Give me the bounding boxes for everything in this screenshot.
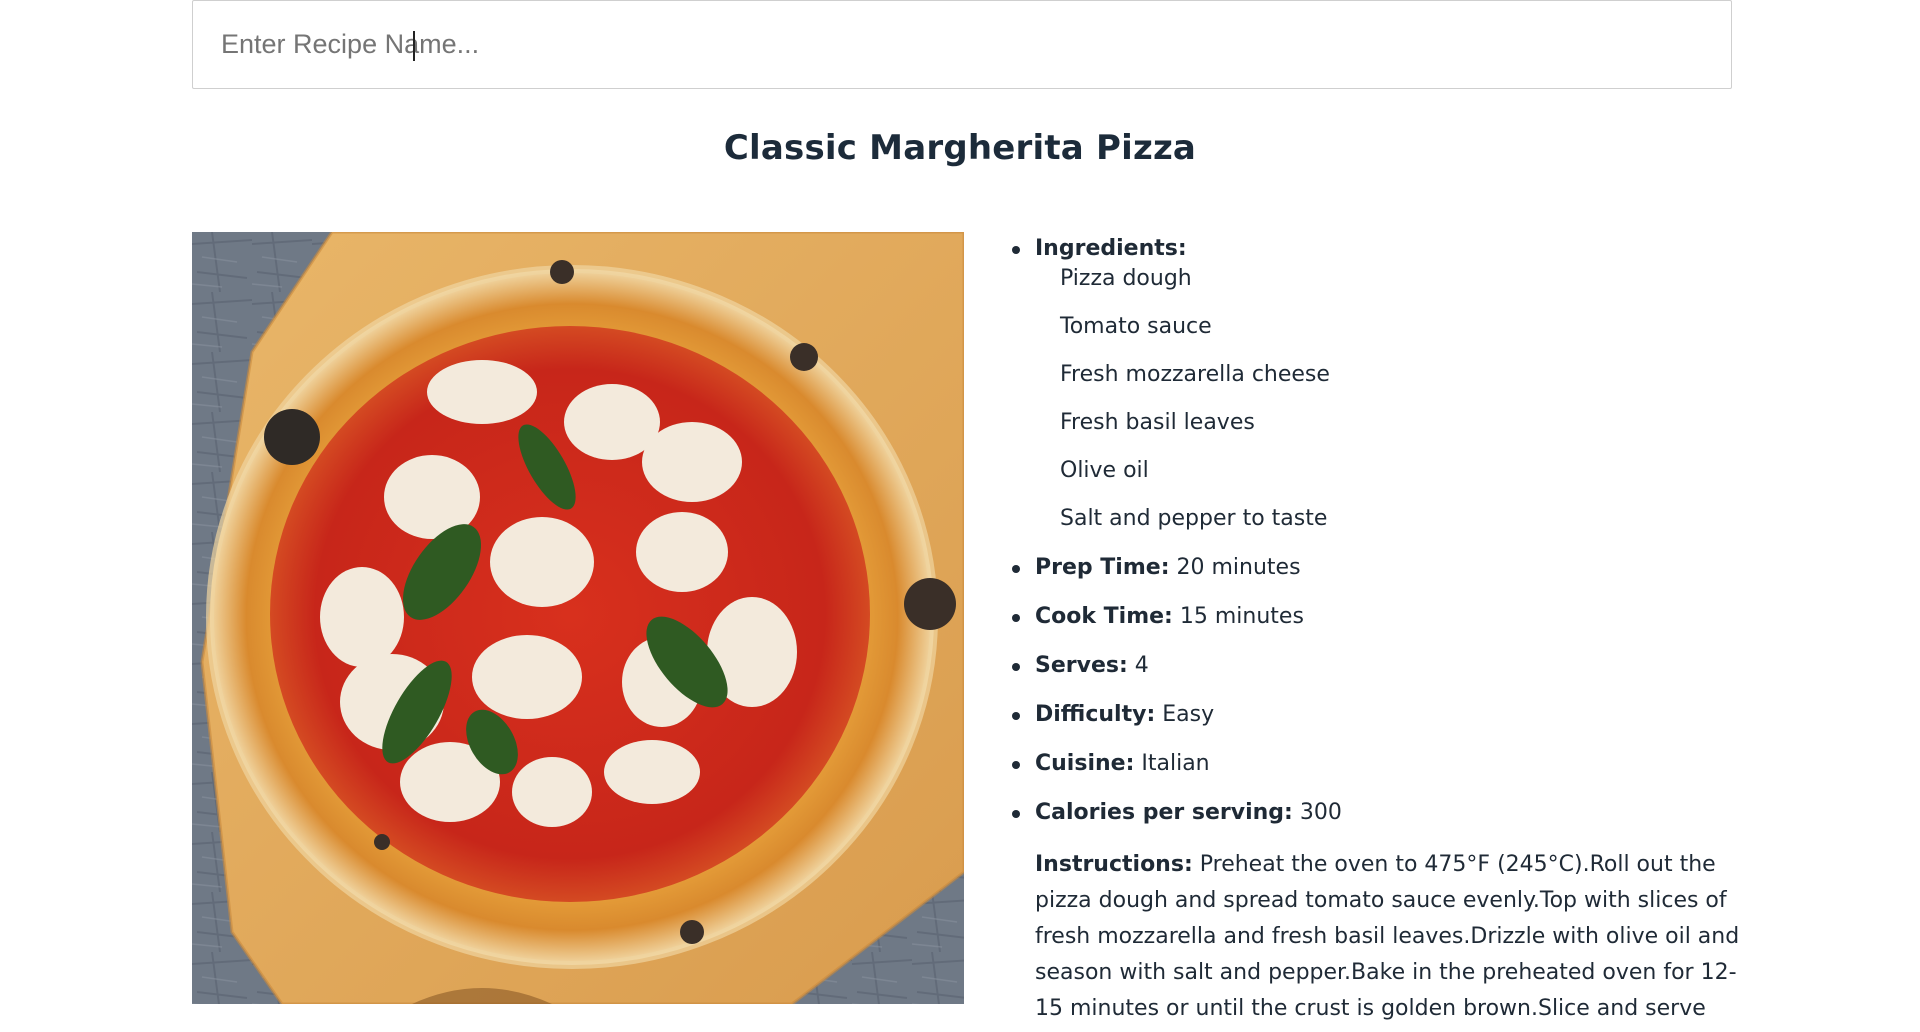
recipe-search-box[interactable] [192,0,1732,89]
calories-label: Calories per serving: [1035,800,1293,825]
serves-label: Serves: [1035,653,1128,678]
calories-item: Calories per serving: 300 [1012,798,1740,828]
cuisine-label: Cuisine: [1035,751,1135,776]
difficulty-label: Difficulty: [1035,702,1156,727]
recipe-search-input[interactable] [193,1,1731,88]
calories-value: 300 [1299,800,1342,825]
text-cursor [413,31,415,61]
cook-time-item: Cook Time: 15 minutes [1012,602,1740,632]
prep-time-label: Prep Time: [1035,555,1170,580]
ingredient: Olive oil [1060,458,1149,483]
recipe-details: Ingredients: Pizza dough Tomato sauce Fr… [1010,234,1740,1032]
ingredients-item: Ingredients: Pizza dough Tomato sauce Fr… [1012,234,1740,534]
ingredient: Fresh mozzarella cheese [1060,362,1330,387]
prep-time-item: Prep Time: 20 minutes [1012,553,1740,583]
difficulty-value: Easy [1162,702,1215,727]
ingredient: Salt and pepper to taste [1060,506,1328,531]
recipe-title: Classic Margherita Pizza [723,128,1197,168]
recipe-image [192,232,964,1004]
prep-time-value: 20 minutes [1176,555,1301,580]
ingredient: Tomato sauce [1060,314,1212,339]
instructions-item: Instructions: Preheat the oven to 475°F … [1035,847,1740,1032]
instructions-label: Instructions: [1035,852,1193,877]
ingredient-list: Pizza dough Tomato sauce Fresh mozzarell… [1035,264,1740,534]
cook-time-label: Cook Time: [1035,604,1173,629]
ingredient: Pizza dough [1060,266,1192,291]
ingredient: Fresh basil leaves [1060,410,1255,435]
cuisine-value: Italian [1141,751,1210,776]
cook-time-value: 15 minutes [1179,604,1304,629]
instructions-text: Preheat the oven to 475°F (245°C).Roll o… [1035,852,1740,1021]
serves-item: Serves: 4 [1012,651,1740,681]
serves-value: 4 [1134,653,1149,678]
difficulty-item: Difficulty: Easy [1012,700,1740,730]
cuisine-item: Cuisine: Italian [1012,749,1740,779]
ingredients-label: Ingredients: [1035,236,1187,261]
